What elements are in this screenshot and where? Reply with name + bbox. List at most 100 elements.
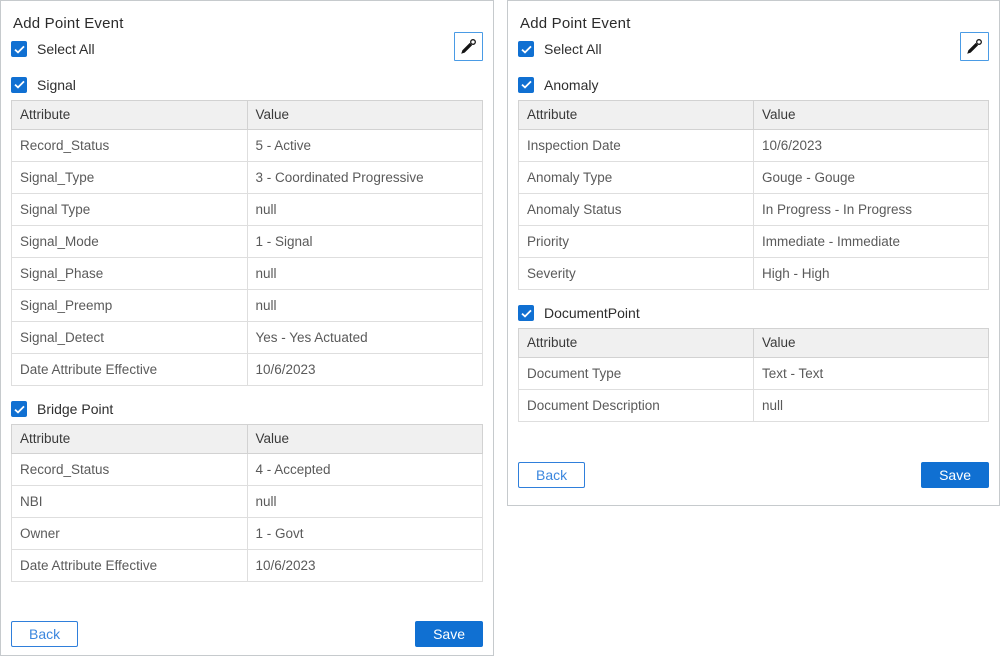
- section-checkbox[interactable]: DocumentPoint: [518, 305, 640, 321]
- table-row: Signal_Type3 - Coordinated Progressive: [12, 161, 483, 193]
- sections-container: AnomalyAttributeValueInspection Date10/6…: [518, 76, 989, 422]
- attribute-table: AttributeValueRecord_Status4 - AcceptedN…: [11, 424, 483, 582]
- attribute-cell: Signal_Mode: [12, 225, 248, 257]
- table-header-row: AttributeValue: [12, 100, 483, 129]
- table-header-row: AttributeValue: [519, 100, 989, 129]
- attribute-column-header: Attribute: [12, 100, 248, 129]
- attribute-column-header: Attribute: [519, 100, 754, 129]
- table-row: Signal_Mode1 - Signal: [12, 225, 483, 257]
- check-icon: [518, 41, 534, 57]
- attribute-cell: NBI: [12, 486, 248, 518]
- section-label: DocumentPoint: [544, 305, 640, 321]
- attribute-cell: Priority: [519, 225, 754, 257]
- table-row: NBInull: [12, 486, 483, 518]
- eyedropper-button[interactable]: [960, 32, 989, 61]
- attribute-section: DocumentPoint AttributeValueDocument Type…: [518, 305, 989, 423]
- eyedropper-icon: [966, 38, 983, 55]
- value-cell: 5 - Active: [247, 129, 483, 161]
- eyedropper-button[interactable]: [454, 32, 483, 61]
- attribute-cell: Date Attribute Effective: [12, 353, 248, 385]
- save-button[interactable]: Save: [921, 462, 989, 488]
- eyedropper-icon: [460, 38, 477, 55]
- table-row: Date Attribute Effective10/6/2023: [12, 353, 483, 385]
- value-cell: 10/6/2023: [247, 550, 483, 582]
- table-row: Inspection Date10/6/2023: [519, 129, 989, 161]
- table-row: Document Descriptionnull: [519, 390, 989, 422]
- attribute-table: AttributeValueDocument TypeText - TextDo…: [518, 328, 989, 422]
- attribute-cell: Inspection Date: [519, 129, 754, 161]
- back-button[interactable]: Back: [11, 621, 78, 647]
- attribute-cell: Document Type: [519, 358, 754, 390]
- page-title: Add Point Event: [520, 15, 989, 32]
- value-column-header: Value: [247, 425, 483, 454]
- check-icon: [518, 77, 534, 93]
- add-point-event-panel-left: Add Point Event Select All Signal Attribu…: [0, 0, 494, 656]
- attribute-cell: Anomaly Status: [519, 193, 754, 225]
- attribute-cell: Record_Status: [12, 129, 248, 161]
- value-cell: null: [247, 486, 483, 518]
- value-cell: Immediate - Immediate: [754, 225, 989, 257]
- page-title: Add Point Event: [13, 15, 483, 32]
- attribute-cell: Document Description: [519, 390, 754, 422]
- value-cell: null: [247, 257, 483, 289]
- value-cell: 10/6/2023: [754, 129, 989, 161]
- value-cell: null: [754, 390, 989, 422]
- table-row: Signal_Phasenull: [12, 257, 483, 289]
- attribute-cell: Signal_Preemp: [12, 289, 248, 321]
- attribute-column-header: Attribute: [519, 329, 754, 358]
- table-row: Owner1 - Govt: [12, 518, 483, 550]
- check-icon: [11, 401, 27, 417]
- table-header-row: AttributeValue: [12, 425, 483, 454]
- back-button[interactable]: Back: [518, 462, 585, 488]
- value-column-header: Value: [247, 100, 483, 129]
- check-icon: [11, 77, 27, 93]
- save-button[interactable]: Save: [415, 621, 483, 647]
- value-cell: null: [247, 289, 483, 321]
- section-checkbox[interactable]: Signal: [11, 77, 76, 93]
- value-cell: Text - Text: [754, 358, 989, 390]
- check-icon: [11, 41, 27, 57]
- section-label: Anomaly: [544, 77, 598, 93]
- table-row: Anomaly TypeGouge - Gouge: [519, 161, 989, 193]
- table-row: Signal_Preempnull: [12, 289, 483, 321]
- attribute-table: AttributeValueRecord_Status5 - ActiveSig…: [11, 100, 483, 386]
- attribute-table: AttributeValueInspection Date10/6/2023An…: [518, 100, 989, 290]
- value-column-header: Value: [754, 100, 989, 129]
- attribute-cell: Signal_Detect: [12, 321, 248, 353]
- table-row: Signal Typenull: [12, 193, 483, 225]
- attribute-section: Signal AttributeValueRecord_Status5 - Act…: [11, 76, 483, 386]
- value-cell: 3 - Coordinated Progressive: [247, 161, 483, 193]
- value-cell: 1 - Govt: [247, 518, 483, 550]
- table-row: Anomaly StatusIn Progress - In Progress: [519, 193, 989, 225]
- table-row: PriorityImmediate - Immediate: [519, 225, 989, 257]
- value-cell: Yes - Yes Actuated: [247, 321, 483, 353]
- section-label: Signal: [37, 77, 76, 93]
- attribute-cell: Signal_Type: [12, 161, 248, 193]
- table-row: Date Attribute Effective10/6/2023: [12, 550, 483, 582]
- table-row: SeverityHigh - High: [519, 257, 989, 289]
- attribute-cell: Record_Status: [12, 454, 248, 486]
- section-checkbox[interactable]: Anomaly: [518, 77, 598, 93]
- attribute-section: Bridge Point AttributeValueRecord_Status4…: [11, 401, 483, 583]
- attribute-cell: Signal Type: [12, 193, 248, 225]
- attribute-cell: Signal_Phase: [12, 257, 248, 289]
- sections-container: SignalAttributeValueRecord_Status5 - Act…: [11, 76, 483, 582]
- attribute-column-header: Attribute: [12, 425, 248, 454]
- section-label: Bridge Point: [37, 401, 113, 417]
- attribute-section: Anomaly AttributeValueInspection Date10/6…: [518, 76, 989, 290]
- footer: Back Save: [11, 621, 483, 647]
- section-checkbox[interactable]: Bridge Point: [11, 401, 113, 417]
- attribute-cell: Severity: [519, 257, 754, 289]
- value-cell: High - High: [754, 257, 989, 289]
- value-cell: 4 - Accepted: [247, 454, 483, 486]
- value-column-header: Value: [754, 329, 989, 358]
- add-point-event-panel-right: Add Point Event Select All Anomaly Attrib…: [507, 0, 1000, 506]
- table-row: Record_Status5 - Active: [12, 129, 483, 161]
- value-cell: 10/6/2023: [247, 353, 483, 385]
- select-all-checkbox[interactable]: Select All: [518, 41, 602, 57]
- check-icon: [518, 305, 534, 321]
- value-cell: null: [247, 193, 483, 225]
- footer: Back Save: [518, 462, 989, 488]
- select-all-checkbox[interactable]: Select All: [11, 41, 95, 57]
- value-cell: In Progress - In Progress: [754, 193, 989, 225]
